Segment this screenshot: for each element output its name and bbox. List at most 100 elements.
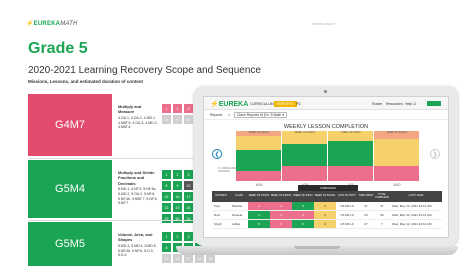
divider — [28, 158, 198, 159]
table-cell: Marsha — [232, 204, 243, 208]
chart-segment — [236, 136, 281, 150]
divider — [28, 220, 198, 221]
week-heading: WEEK OF 4/19/21 — [248, 131, 270, 134]
table-cell: Ruiz — [214, 213, 221, 217]
column-header[interactable]: WEEK OF 4/26/21 — [270, 191, 292, 202]
table-cell: Wed, May 12, 2021 10:14 AM — [392, 222, 432, 226]
app-navbar: ⚡EUREKA CURRICULUM REPORTS PD Roster Res… — [204, 97, 448, 110]
student-table: STUDENT CLASS WEEK OF 4/19/21 WEEK OF 4/26/… — [212, 191, 442, 229]
chart-segment — [328, 141, 373, 166]
lesson-cell: 16 — [173, 254, 182, 263]
lesson-cell: 8 — [162, 115, 171, 124]
lesson-cell: 24 — [184, 203, 193, 212]
chart-segment — [374, 138, 419, 166]
chart-week-column[interactable] — [374, 131, 419, 181]
table-cell: 27 — [364, 204, 368, 208]
draft-tag: PRIVATE DRAFT — [312, 22, 336, 26]
chart-week-column[interactable] — [328, 131, 373, 181]
table-cell: 3 — [314, 202, 336, 210]
chart-title: WEEKLY LESSON COMPLETION — [283, 124, 369, 130]
eureka-logo[interactable]: ⚡EUREKA — [210, 100, 248, 108]
lesson-cell: 15 — [162, 254, 171, 263]
week-label: 5/10 — [393, 183, 401, 187]
lesson-cell: 15 — [162, 192, 171, 201]
webcam — [324, 90, 327, 93]
table-cell: Singh — [214, 222, 222, 226]
column-header[interactable]: CLASS — [230, 191, 248, 202]
lesson-cell: 10 — [184, 115, 193, 124]
lesson-cell: 17 — [184, 254, 193, 263]
lesson-cell: 3 — [184, 232, 193, 241]
table-cell: G5 M4 L9 — [340, 204, 354, 208]
class-select[interactable]: Gr. 5 Math ▾ — [262, 112, 288, 118]
doc-subtitle: 2020-2021 Learning Recovery Scope and Se… — [28, 65, 261, 76]
crumb-reports[interactable]: Reports — [210, 113, 222, 117]
column-header[interactable]: WEEK OF 4/19/21 — [248, 191, 270, 202]
table-row[interactable]: Singh Aditya 5 3 5 4 G5 M4 L9 27 7 Wed, May 12, 2… — [212, 220, 442, 229]
nav-roster[interactable]: Roster — [372, 102, 382, 106]
week-heading: WEEK OF 5/10/21 — [386, 131, 408, 134]
class-reports-select[interactable]: Class Reports ▾ — [234, 112, 265, 118]
table-row[interactable]: Ruiz Daniela 4 4 4 3 G5 M4 L9 23 69 Wed, May 12, … — [212, 211, 442, 220]
nav-pd[interactable]: PD — [296, 102, 301, 106]
module-topic: Volume, Area, and Shapes 5.MD.3, 5.MD.4,… — [118, 232, 157, 258]
column-header[interactable]: LAST LOGIN — [390, 191, 442, 202]
table-cell: 23 — [364, 213, 368, 217]
table-cell: G5 M4 L9 — [340, 222, 354, 226]
lesson-cell: 16 — [173, 192, 182, 201]
week-label: 4/19 — [255, 183, 263, 187]
column-header[interactable]: TIME SPENT — [358, 191, 374, 202]
table-header: STUDENT CLASS WEEK OF 4/19/21 WEEK OF 4/26/… — [212, 191, 442, 202]
nav-resources[interactable]: Resources — [386, 102, 403, 106]
table-cell: G5 M4 L9 — [340, 213, 354, 217]
table-cell: 3 — [314, 211, 336, 219]
week-heading: WEEK OF 4/26/21 — [294, 131, 316, 134]
crumb-separator: > — [228, 113, 231, 117]
lesson-cell: 23 — [173, 203, 182, 212]
table-row[interactable]: Frey Marsha 4 4 5 3 G5 M4 L9 27 67 Wed, May 12, 2… — [212, 202, 442, 211]
table-cell: 3 — [270, 220, 292, 228]
lesson-cell: 10 — [184, 181, 193, 190]
nav-help[interactable]: Help ☑ — [405, 102, 416, 106]
doc-note: Missions, Lessons, and estimated duratio… — [28, 79, 144, 84]
table-cell: 67 — [380, 204, 384, 208]
table-cell: 4 — [292, 211, 314, 219]
chart-segment — [374, 166, 419, 181]
table-cell: Aditya — [232, 222, 241, 226]
previous-week-button[interactable]: ❮ — [212, 149, 222, 159]
column-header[interactable]: WEEK OF 5/10/21 — [314, 191, 336, 202]
table-cell: 5 — [248, 220, 270, 228]
lesson-cell: 8 — [162, 181, 171, 190]
nav-reports[interactable]: REPORTS — [274, 100, 297, 107]
table-cell: 4 — [270, 202, 292, 210]
chart-segment — [236, 150, 281, 171]
doc-title: Grade 5 — [28, 40, 88, 57]
lesson-cell: 2 — [173, 104, 182, 113]
table-cell: 4 — [314, 220, 336, 228]
column-header[interactable]: LAST ACTIVITY — [336, 191, 358, 202]
laptop-screen: ⚡EUREKA CURRICULUM REPORTS PD Roster Res… — [203, 96, 449, 238]
week-heading: WEEK OF 5/3/21 — [341, 131, 361, 134]
chart-week-column[interactable] — [236, 131, 281, 181]
chart-axis-caption: % COMPLETED LESSONS — [218, 167, 237, 173]
account-button[interactable] — [427, 100, 441, 106]
lesson-cell: 19 — [206, 254, 215, 263]
lesson-cell: 22 — [162, 203, 171, 212]
next-week-button[interactable]: ❯ — [430, 149, 440, 159]
chevron-left-icon: ❮ — [214, 151, 220, 158]
completed-tooltip: COMPLETED — [298, 185, 358, 191]
chart-segment — [282, 166, 327, 181]
chart-segment — [282, 143, 327, 166]
column-header[interactable]: TOTAL COMPLETE — [374, 191, 390, 202]
table-cell: 5 — [292, 202, 314, 210]
module-code: G5M5 — [28, 222, 112, 266]
column-header[interactable]: WEEK OF 5/3/21 — [292, 191, 314, 202]
lesson-cell: 1 — [162, 170, 171, 179]
lesson-cell: 2 — [173, 232, 182, 241]
table-cell: 4 — [248, 211, 270, 219]
column-header[interactable]: STUDENT — [212, 191, 230, 202]
chart-week-column[interactable] — [282, 131, 327, 181]
nav-curriculum[interactable]: CURRICULUM — [250, 102, 274, 106]
chart-segment — [236, 171, 281, 181]
module-topic: Multiply and Divide Fractions and Decima… — [118, 170, 158, 206]
